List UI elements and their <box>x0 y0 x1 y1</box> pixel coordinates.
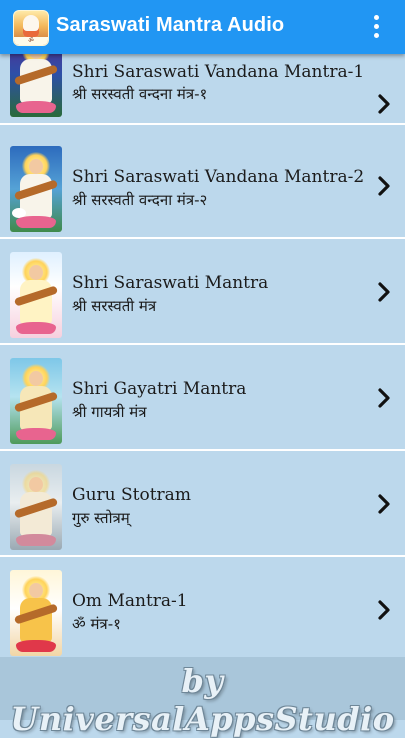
list-item[interactable]: Shri Saraswati Mantra श्री सरस्वती मंत्र <box>0 244 405 345</box>
list-item-title: Guru Stotram <box>72 485 191 505</box>
chevron-right-icon <box>378 282 390 302</box>
saraswati-thumbnail <box>10 464 62 550</box>
list-item-subtitle: श्री सरस्वती वन्दना मंत्र-२ <box>72 191 208 209</box>
list-item-subtitle: गुरु स्तोत्रम् <box>72 509 130 527</box>
list-item-title: Shri Saraswati Vandana Mantra-1 <box>72 62 365 82</box>
list-item[interactable]: Shri Saraswati Vandana Mantra-2 श्री सरस… <box>0 138 405 239</box>
list-item-title: Shri Saraswati Vandana Mantra-2 <box>72 167 365 187</box>
list-item-title: Om Mantra-1 <box>72 591 188 611</box>
list-item-subtitle: श्री सरस्वती वन्दना मंत्र-१ <box>72 85 208 103</box>
app-title: Saraswati Mantra Audio <box>56 14 285 36</box>
chevron-right-icon <box>378 494 390 514</box>
list-item-subtitle: श्री गायत्री मंत्र <box>72 403 147 421</box>
app-bar: ॐ Saraswati Mantra Audio <box>0 0 405 54</box>
developer-credit: by UniversalAppsStudio <box>10 662 395 738</box>
list-item-title: Shri Saraswati Mantra <box>72 273 269 293</box>
saraswati-thumbnail <box>10 252 62 338</box>
list-item-subtitle: श्री सरस्वती मंत्र <box>72 297 157 315</box>
saraswati-thumbnail <box>10 146 62 232</box>
app-icon: ॐ <box>13 10 49 46</box>
list-item[interactable]: Om Mantra-1 ॐ मंत्र-१ <box>0 562 405 663</box>
saraswati-thumbnail <box>10 358 62 444</box>
chevron-right-icon <box>378 600 390 620</box>
list-item[interactable]: Guru Stotram गुरु स्तोत्रम् <box>0 456 405 557</box>
overflow-menu-icon[interactable] <box>362 12 392 42</box>
list-item-title: Shri Gayatri Mantra <box>72 379 247 399</box>
chevron-right-icon <box>378 176 390 196</box>
saraswati-thumbnail <box>10 570 62 656</box>
chevron-right-icon <box>378 388 390 408</box>
chevron-right-icon <box>378 94 390 114</box>
list-item-subtitle: ॐ मंत्र-१ <box>72 615 121 633</box>
list-item[interactable]: Shri Gayatri Mantra श्री गायत्री मंत्र <box>0 350 405 451</box>
